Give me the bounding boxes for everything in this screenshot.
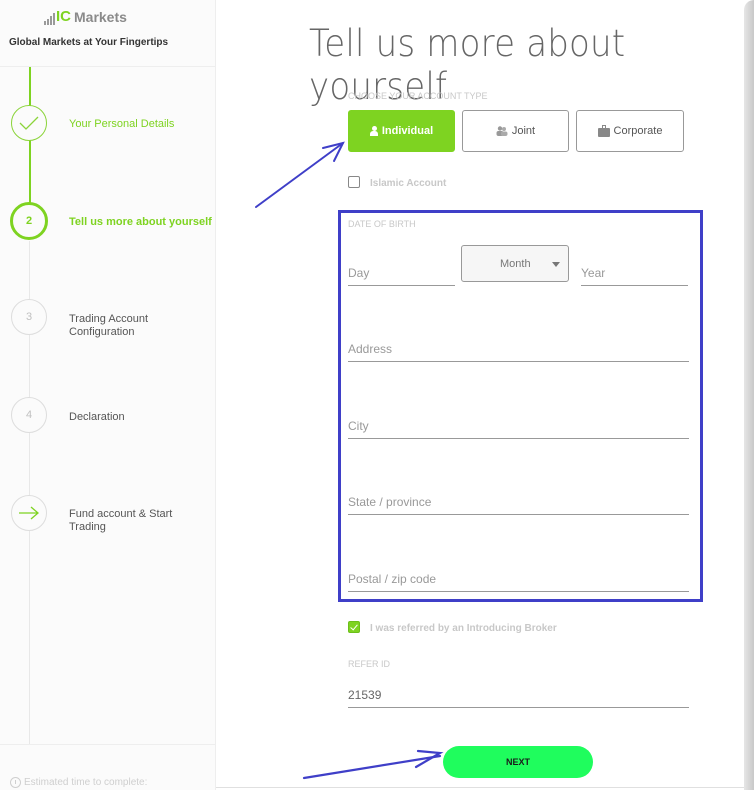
account-type-joint-label: Joint [511,125,536,137]
account-type-corporate-label: Corporate [613,125,663,137]
step-3-marker: 3 [11,299,47,335]
logo-bars-icon [44,11,55,25]
check-icon [19,116,39,130]
step-5-label: Fund account & Start Trading [69,508,173,533]
logo-ic-text: IC [56,8,71,25]
briefcase-icon [597,124,610,137]
brand-header: IC Markets Global Markets at Your Finger… [0,0,215,67]
bottom-divider [216,787,746,788]
referred-by-broker-label: I was referred by an Introducing Broker [370,623,557,634]
referred-by-broker-checkbox[interactable] [348,621,360,633]
step-2-label: Tell us more about yourself [69,216,212,228]
account-type-corporate-button[interactable]: Corporate [576,110,684,152]
step-3-label: Trading Account Configuration [69,313,149,338]
brand-tagline: Global Markets at Your Fingertips [9,37,169,48]
account-type-label: CHOOSE YOUR ACCOUNT TYPE [348,91,488,101]
account-type-individual-button[interactable]: Individual [348,110,455,152]
refer-id-field[interactable] [348,684,689,708]
refer-id-input[interactable] [348,688,689,702]
page: IC Markets Global Markets at Your Finger… [0,0,754,790]
window-edge-shadow [744,0,754,790]
logo-markets-text: Markets [74,9,127,25]
sidebar-footer: Estimated time to complete: [0,744,215,790]
islamic-account-checkbox[interactable] [348,176,360,188]
clock-icon [10,777,21,788]
estimated-time: Estimated time to complete: [10,777,147,788]
arrow-right-icon [19,506,39,520]
arrow-to-individual-icon [255,141,345,208]
person-icon [369,126,378,136]
progress-sidebar: IC Markets Global Markets at Your Finger… [0,0,216,790]
account-type-individual-label: Individual [381,125,434,137]
step-4-label: Declaration [69,411,125,423]
step-1-marker [11,105,47,141]
arrow-to-next-icon [302,749,444,780]
people-icon [496,126,508,136]
next-button[interactable]: NEXT [443,746,593,778]
step-1-label: Your Personal Details [69,118,175,130]
estimated-time-text: Estimated time to complete: [24,777,148,788]
ic-markets-logo[interactable]: IC Markets [44,9,127,25]
annotation-highlight-box [338,210,703,602]
islamic-account-label: Islamic Account [370,178,447,189]
account-type-joint-button[interactable]: Joint [462,110,569,152]
step-5-marker [11,495,47,531]
step-4-marker: 4 [11,397,47,433]
refer-id-label: REFER ID [348,659,391,669]
step-2-marker: 2 [10,202,48,240]
